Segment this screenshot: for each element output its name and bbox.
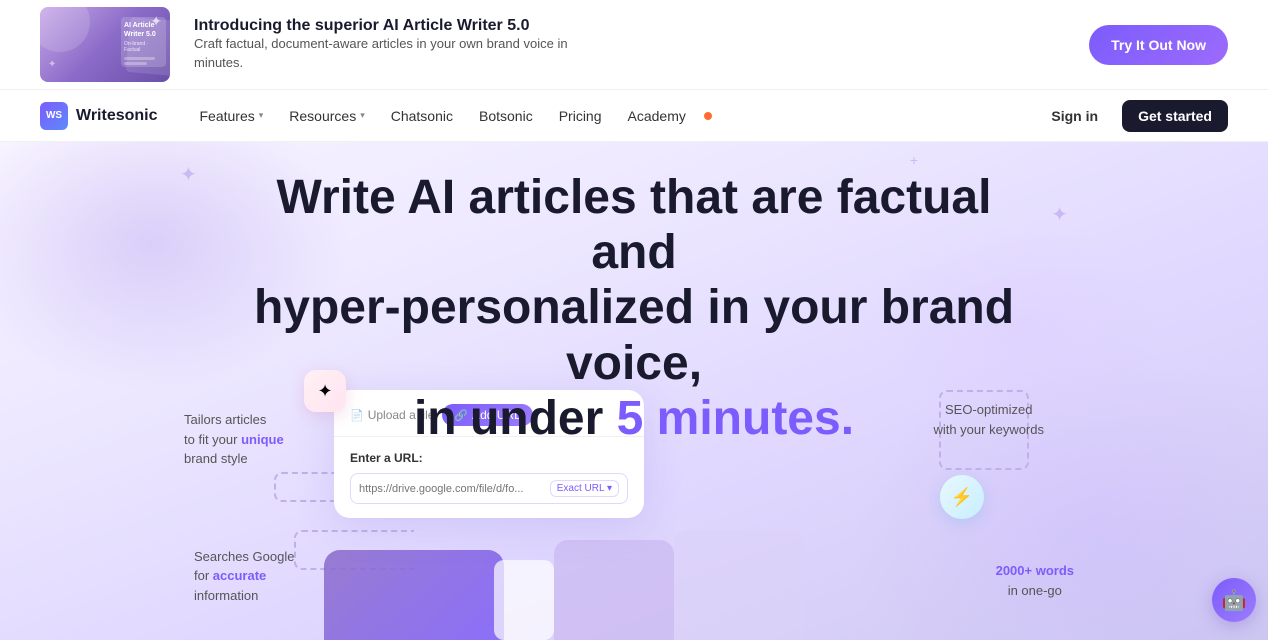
- banner-image: ✦ ✦ AI ArticleWriter 5.0 On-brand · Fact…: [40, 7, 170, 82]
- nav-features-label: Features: [200, 108, 255, 124]
- banner-text: Introducing the superior AI Article Writ…: [194, 17, 574, 71]
- get-started-button[interactable]: Get started: [1122, 100, 1228, 132]
- annotation-words-line1: 2000+ words: [996, 563, 1074, 578]
- annotation-search: Searches Google for accurate information: [194, 547, 294, 606]
- logo-icon: WS: [40, 102, 68, 130]
- navbar: WS Writesonic Features ▾ Resources ▾ Cha…: [0, 90, 1268, 142]
- logo[interactable]: WS Writesonic: [40, 102, 158, 130]
- annotation-words: 2000+ words in one-go: [996, 561, 1074, 600]
- nav-resources-label: Resources: [289, 108, 356, 124]
- url-field-label: Enter a URL:: [350, 451, 628, 465]
- nav-academy-label: Academy: [628, 108, 686, 124]
- nav-chatsonic-label: Chatsonic: [391, 108, 453, 124]
- logo-text: Writesonic: [76, 107, 158, 125]
- card-body: Enter a URL: Exact URL ▾: [334, 437, 644, 518]
- sign-in-button[interactable]: Sign in: [1039, 102, 1110, 130]
- hero-title-line3-prefix: in under: [414, 392, 617, 445]
- annotation-search-line2: for: [194, 568, 209, 583]
- chevron-down-icon: ▾: [259, 110, 264, 121]
- annotation-search-line3: information: [194, 588, 258, 603]
- nav-actions: Sign in Get started: [1039, 100, 1228, 132]
- annotation-tailors-line3: brand style: [184, 451, 248, 466]
- chat-icon: 🤖: [1222, 588, 1247, 613]
- banner-description: Craft factual, document-aware articles i…: [194, 35, 574, 71]
- nav-links: Features ▾ Resources ▾ Chatsonic Botsoni…: [190, 102, 1008, 130]
- nav-item-resources[interactable]: Resources ▾: [279, 102, 374, 130]
- chevron-down-icon: ▾: [360, 110, 365, 121]
- logo-letters: WS: [46, 110, 62, 121]
- nav-item-pricing[interactable]: Pricing: [549, 102, 612, 130]
- url-input-row[interactable]: Exact URL ▾: [350, 473, 628, 504]
- bg-card-lavender-2: [674, 530, 804, 640]
- deco-star-3: +: [910, 152, 918, 168]
- bg-card-lavender-1: [554, 540, 674, 640]
- bg-card-purple: [324, 550, 504, 640]
- lightning-icon: ⚡: [940, 475, 984, 519]
- hero-title-line2: hyper-personalized in your brand voice,: [254, 281, 1014, 389]
- annotation-words-line2: in one-go: [1008, 583, 1062, 598]
- nav-pricing-label: Pricing: [559, 108, 602, 124]
- nav-item-academy[interactable]: Academy: [618, 102, 696, 130]
- annotation-tailors-line2: to fit your: [184, 432, 237, 447]
- bg-card-white-small: [494, 560, 554, 640]
- banner-cta-button[interactable]: Try It Out Now: [1089, 25, 1228, 65]
- annotation-search-line1: Searches Google: [194, 549, 294, 564]
- hero-title-line1: Write AI articles that are factual and: [277, 171, 992, 279]
- promo-banner: ✦ ✦ AI ArticleWriter 5.0 On-brand · Fact…: [0, 0, 1268, 90]
- nav-item-chatsonic[interactable]: Chatsonic: [381, 102, 463, 130]
- url-input-field[interactable]: [359, 483, 544, 495]
- notification-dot: [704, 112, 712, 120]
- hero-title: Write AI articles that are factual and h…: [244, 170, 1024, 446]
- annotation-search-accurate: accurate: [213, 568, 266, 583]
- nav-item-features[interactable]: Features ▾: [190, 102, 274, 130]
- banner-title: Introducing the superior AI Article Writ…: [194, 17, 574, 35]
- deco-star-2: ✦: [1051, 202, 1068, 227]
- nav-botsonic-label: Botsonic: [479, 108, 533, 124]
- hero-section: ✦ ✦ + Write AI articles that are factual…: [0, 142, 1268, 640]
- nav-item-botsonic[interactable]: Botsonic: [469, 102, 543, 130]
- chat-widget-button[interactable]: 🤖: [1212, 578, 1256, 622]
- hero-title-highlight: 5 minutes.: [617, 392, 854, 445]
- url-type-dropdown[interactable]: Exact URL ▾: [550, 480, 619, 497]
